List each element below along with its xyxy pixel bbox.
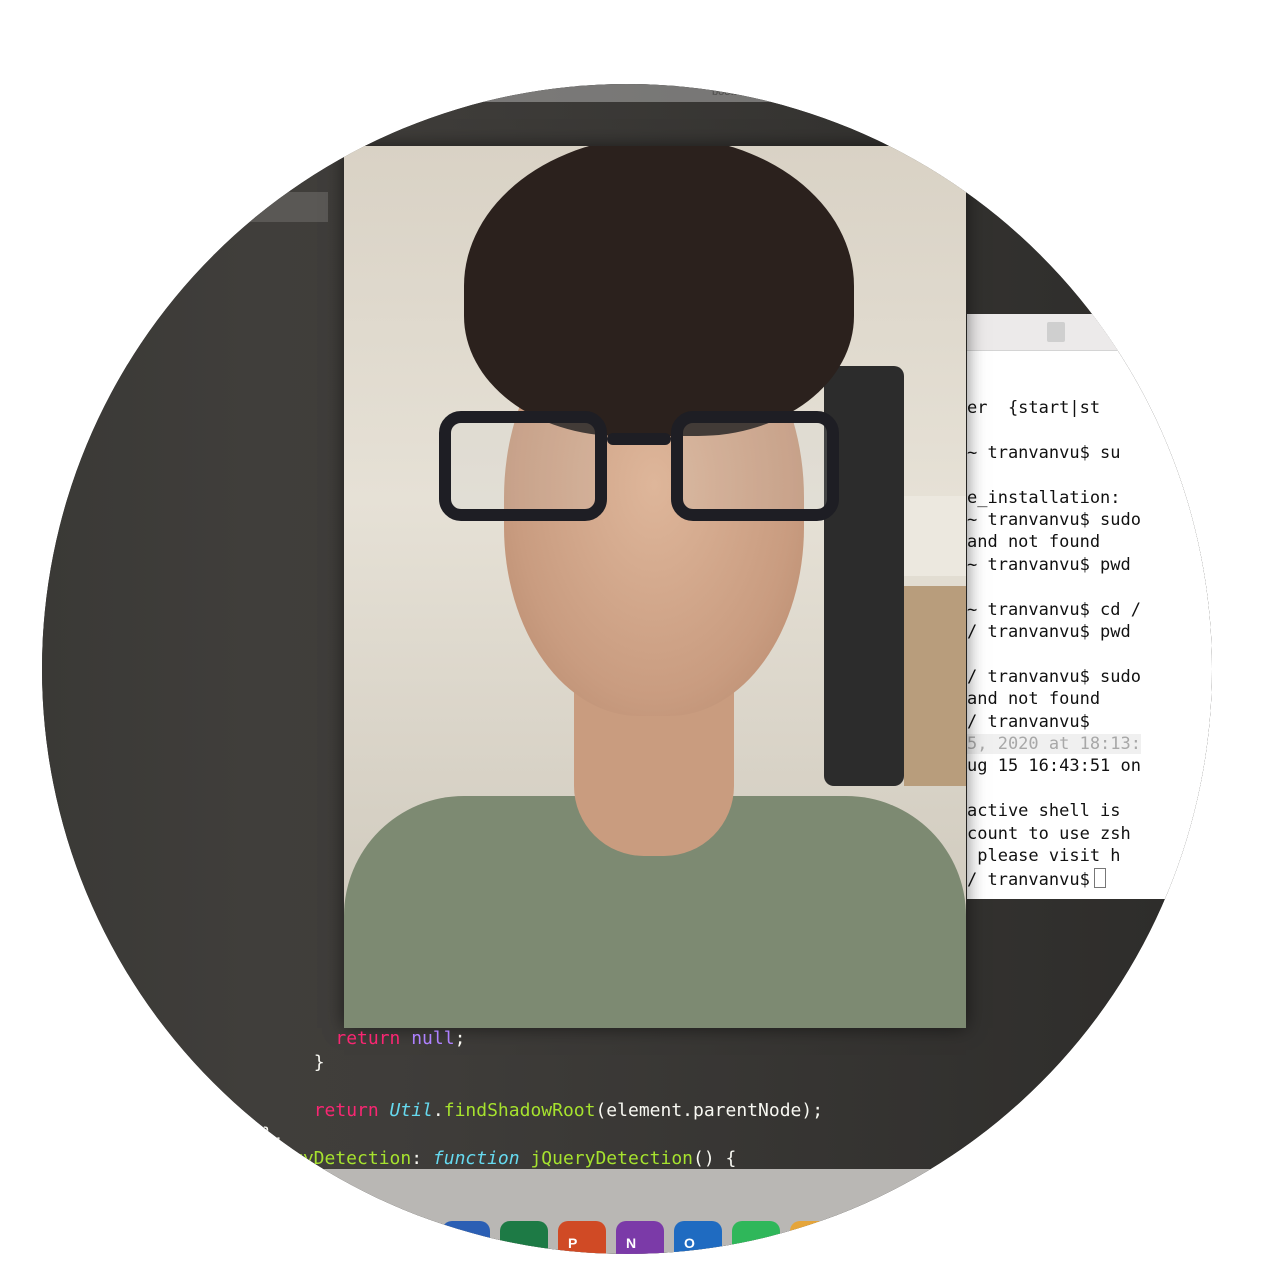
terminal-titlebar bbox=[967, 314, 1212, 351]
terminal-line: 5, 2020 at 18:13: bbox=[967, 734, 1141, 754]
code-token: Util bbox=[389, 1100, 433, 1121]
glasses-left-lens bbox=[439, 411, 607, 521]
photo-door bbox=[904, 586, 966, 786]
code-token: ; bbox=[454, 1028, 466, 1049]
terminal-line: / tranvanvu$ pwd bbox=[967, 622, 1131, 642]
code-line: return null; bbox=[292, 1028, 465, 1049]
editor-title: bootstrap.js — bbox=[712, 86, 783, 98]
code-line: } bbox=[292, 1052, 325, 1073]
terminal-line: / tranvanvu$ bbox=[967, 868, 1106, 890]
code-line: }, bbox=[262, 1124, 284, 1145]
app-icon[interactable] bbox=[790, 1221, 838, 1254]
onenote-icon[interactable]: N bbox=[616, 1221, 664, 1254]
outlook-icon[interactable]: O bbox=[674, 1221, 722, 1254]
code-token: findShadowRoot bbox=[443, 1100, 596, 1121]
glasses-bridge bbox=[607, 433, 671, 445]
terminal-folder-icon bbox=[1047, 322, 1065, 342]
code-token: () { bbox=[693, 1148, 737, 1169]
terminal-line: / tranvanvu$ sudo bbox=[967, 666, 1141, 687]
terminal-window[interactable]: er {start|st ~ tranvanvu$ su e_installatio… bbox=[967, 314, 1212, 899]
onenote-icon-letter: N bbox=[626, 1235, 637, 1251]
outlook-icon-letter: O bbox=[684, 1235, 695, 1251]
code-line: ryDetection: function jQueryDetection() … bbox=[292, 1148, 736, 1169]
code-area[interactable]: return null; } return Util.findShadowRoo… bbox=[242, 1028, 1042, 1178]
code-line: return Util.findShadowRoot(element.paren… bbox=[292, 1100, 823, 1121]
terminal-line: e_installation: bbox=[967, 487, 1121, 508]
code-token: (element.parentNode); bbox=[595, 1100, 824, 1121]
code-token: } bbox=[313, 1052, 325, 1073]
editor-sidebar-item[interactable] bbox=[242, 192, 328, 222]
code-token: ryDetection bbox=[292, 1148, 412, 1169]
terminal-line: active shell is bbox=[967, 801, 1121, 822]
word-icon[interactable] bbox=[442, 1221, 490, 1254]
dock: PNO bbox=[272, 1169, 972, 1254]
terminal-line: please visit h bbox=[967, 846, 1121, 866]
terminal-line: and not found bbox=[967, 532, 1101, 553]
terminal-cursor bbox=[1093, 868, 1106, 889]
terminal-line: ~ tranvanvu$ sudo bbox=[967, 510, 1141, 530]
code-token: return bbox=[335, 1028, 412, 1049]
facetime-icon[interactable] bbox=[732, 1221, 780, 1254]
code-token: function bbox=[432, 1148, 531, 1169]
terminal-line: ~ tranvanvu$ su bbox=[967, 442, 1121, 463]
circular-crop: bootstrap.js — er {start|st ~ tranvanvu$ … bbox=[42, 84, 1212, 1254]
powerpoint-icon[interactable]: P bbox=[558, 1221, 606, 1254]
screenshot-root: bootstrap.js — er {start|st ~ tranvanvu$ … bbox=[0, 0, 1280, 1280]
terminal-line: and not found bbox=[967, 689, 1101, 710]
terminal-line: count to use zsh bbox=[967, 823, 1131, 844]
code-token: jQueryDetection bbox=[530, 1148, 694, 1169]
photo-glasses bbox=[439, 411, 839, 521]
code-token: : bbox=[411, 1148, 433, 1169]
photo-hair bbox=[464, 146, 854, 436]
terminal-line: ~ tranvanvu$ pwd bbox=[967, 554, 1131, 575]
code-token: }, bbox=[262, 1124, 284, 1145]
excel-icon[interactable] bbox=[500, 1221, 548, 1254]
glasses-right-lens bbox=[671, 411, 839, 521]
editor-titlebar: bootstrap.js — bbox=[242, 84, 942, 102]
terminal-line: / tranvanvu$ bbox=[967, 711, 1090, 732]
terminal-line: ug 15 16:43:51 on bbox=[967, 756, 1141, 777]
code-token: null bbox=[411, 1028, 455, 1049]
code-token: . bbox=[432, 1100, 444, 1121]
powerpoint-icon-letter: P bbox=[568, 1235, 578, 1251]
code-token: return bbox=[313, 1100, 390, 1121]
terminal-line: er {start|st bbox=[967, 398, 1101, 418]
terminal-line: ~ tranvanvu$ cd / bbox=[967, 599, 1141, 620]
webcam-photo bbox=[344, 146, 966, 1028]
